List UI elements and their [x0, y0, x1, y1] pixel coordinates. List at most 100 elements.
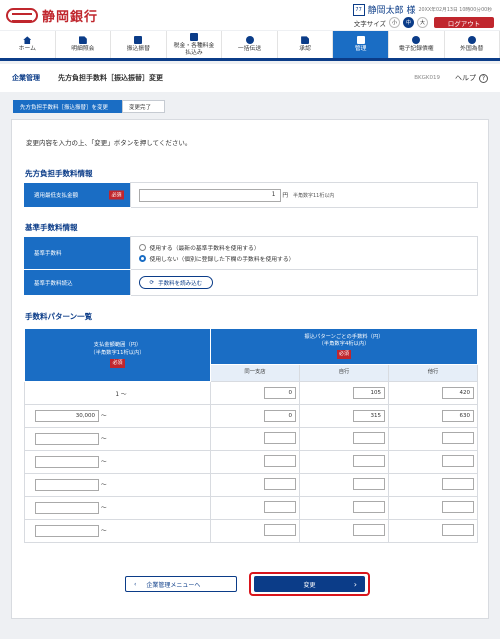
other-bank-cell	[388, 496, 478, 520]
other-bank-input[interactable]: 630	[442, 410, 474, 422]
chevron-left-icon: ‹	[134, 580, 137, 588]
e-bond-icon	[412, 36, 421, 45]
table-row: ～	[24, 496, 478, 520]
range-cell: 1 ～	[24, 381, 211, 405]
same-branch-input[interactable]: 0	[264, 410, 296, 422]
bank-logo-mark-icon	[6, 8, 38, 23]
load-fee-button[interactable]: ⟳ 手数料を読み込む	[138, 276, 214, 289]
settings-icon	[356, 36, 365, 45]
nav-forex[interactable]: 外国為替	[445, 31, 500, 58]
same-branch-input[interactable]: 0	[264, 387, 296, 399]
min-amount-hint: 半角数字11桁以内	[293, 192, 335, 199]
font-size-large-button[interactable]: 大	[417, 17, 428, 28]
own-bank-cell	[299, 519, 389, 543]
radio-use[interactable]	[138, 244, 146, 251]
header: 静岡銀行 77 静岡太郎 様 20XX年02月13日 10時00分00秒 文字サ…	[0, 0, 500, 30]
same-branch-input[interactable]	[264, 432, 296, 444]
table-row: ～	[24, 473, 478, 497]
range-cell: ～	[24, 427, 211, 451]
forex-icon	[467, 36, 476, 45]
table-row: 1 ～ 0 105 420	[24, 381, 478, 405]
step-indicator: 先方負担手数料［振込振替］を変更 変更完了	[13, 100, 166, 113]
document-icon	[78, 36, 87, 45]
own-bank-input[interactable]	[353, 524, 385, 536]
same-branch-input[interactable]	[264, 524, 296, 536]
tilde: ～	[100, 528, 107, 535]
same-branch-input[interactable]	[264, 478, 296, 490]
range-cell: ～	[24, 450, 211, 474]
own-bank-input[interactable]: 315	[353, 410, 385, 422]
nav-management[interactable]: 管理	[333, 31, 389, 58]
nav-statement[interactable]: 明細照会	[56, 31, 112, 58]
help-link[interactable]: ヘルプ ?	[455, 73, 488, 83]
nav-transfer-label: 振込振替	[126, 46, 150, 53]
font-size-medium-button[interactable]: 中	[403, 17, 414, 28]
tilde: ～	[100, 482, 107, 489]
back-to-menu-button[interactable]: ‹ 企業管理メニューへ	[125, 576, 237, 592]
table-row: 30,000 ～ 0 315 630	[24, 404, 478, 428]
radio-nouse[interactable]	[138, 255, 146, 262]
nav-approval[interactable]: 承認	[278, 31, 334, 58]
other-bank-cell: 420	[388, 381, 478, 405]
range-from-input[interactable]: 30,000	[35, 410, 99, 422]
own-bank-input[interactable]: 105	[353, 387, 385, 399]
load-fee-label: 基準手数料読込	[24, 269, 130, 296]
nav-batch[interactable]: 一括伝送	[222, 31, 278, 58]
change-submit-button[interactable]: 変更 ›	[254, 576, 365, 592]
other-bank-cell: 630	[388, 404, 478, 428]
other-bank-input[interactable]	[442, 432, 474, 444]
standard-fee-label: 基準手数料	[24, 236, 130, 270]
yen-unit: 円	[282, 192, 289, 199]
min-amount-label: 適用最低支払金額 必須	[24, 182, 130, 208]
nav-batch-label: 一括伝送	[237, 46, 262, 53]
submit-highlight-frame: 変更 ›	[249, 572, 370, 596]
house-icon	[23, 36, 32, 45]
nav-management-label: 管理	[354, 46, 367, 53]
global-nav: ホーム 明細照会 振込振替 税金・各種料金 払込み 一括伝送 承認 管理 電子記…	[0, 31, 500, 61]
same-branch-input[interactable]	[264, 455, 296, 467]
min-amount-cell: 1 円 半角数字11桁以内	[129, 182, 478, 208]
range-from-input[interactable]	[35, 433, 99, 445]
range-from-input[interactable]	[35, 456, 99, 468]
other-bank-input[interactable]	[442, 455, 474, 467]
same-branch-input[interactable]	[264, 501, 296, 513]
tilde: ～	[120, 391, 127, 398]
min-amount-label-text: 適用最低支払金額	[34, 192, 79, 199]
range-cell: ～	[24, 519, 211, 543]
range-from-input[interactable]	[35, 502, 99, 514]
bank-logo: 静岡銀行	[6, 6, 98, 25]
option-use-label: 使用する（最新の基準手数料を使用する）	[149, 246, 260, 252]
nav-tax-payment[interactable]: 税金・各種料金 払込み	[167, 31, 223, 58]
same-branch-cell: 0	[210, 381, 300, 405]
step-complete: 変更完了	[122, 100, 166, 113]
table-row: ～	[24, 427, 478, 451]
nav-e-bond[interactable]: 電子記録債権	[389, 31, 445, 58]
approval-icon	[301, 36, 310, 45]
range-from-input[interactable]	[35, 479, 99, 491]
own-bank-input[interactable]	[353, 455, 385, 467]
table-row: ～	[24, 450, 478, 474]
range-from-input[interactable]	[35, 525, 99, 537]
same-branch-cell	[210, 473, 300, 497]
other-bank-input[interactable]: 420	[442, 387, 474, 399]
nav-home[interactable]: ホーム	[0, 31, 56, 58]
other-bank-input[interactable]	[442, 501, 474, 513]
own-bank-input[interactable]	[353, 501, 385, 513]
option-use-row[interactable]: 使用する（最新の基準手数料を使用する）	[138, 242, 478, 253]
min-amount-input[interactable]: 1	[138, 188, 281, 202]
nav-transfer[interactable]: 振込振替	[111, 31, 167, 58]
logout-button[interactable]: ログアウト	[434, 17, 494, 28]
same-branch-cell	[210, 496, 300, 520]
nav-home-label: ホーム	[18, 46, 36, 53]
font-size-small-button[interactable]: 小	[389, 17, 400, 28]
option-nouse-row[interactable]: 使用しない（個別に登録した下欄の手数料を使用する）	[138, 253, 478, 264]
required-badge: 必須	[109, 190, 124, 200]
other-bank-input[interactable]	[442, 524, 474, 536]
own-bank-cell	[299, 473, 389, 497]
nav-forex-label: 外国為替	[460, 46, 484, 53]
own-bank-input[interactable]	[353, 478, 385, 490]
col-same-branch: 同一支店	[210, 364, 300, 382]
page-title-bar: 企業管理 先方負担手数料［振込振替］変更 BKGK019 ヘルプ ?	[0, 64, 500, 92]
own-bank-input[interactable]	[353, 432, 385, 444]
other-bank-input[interactable]	[442, 478, 474, 490]
